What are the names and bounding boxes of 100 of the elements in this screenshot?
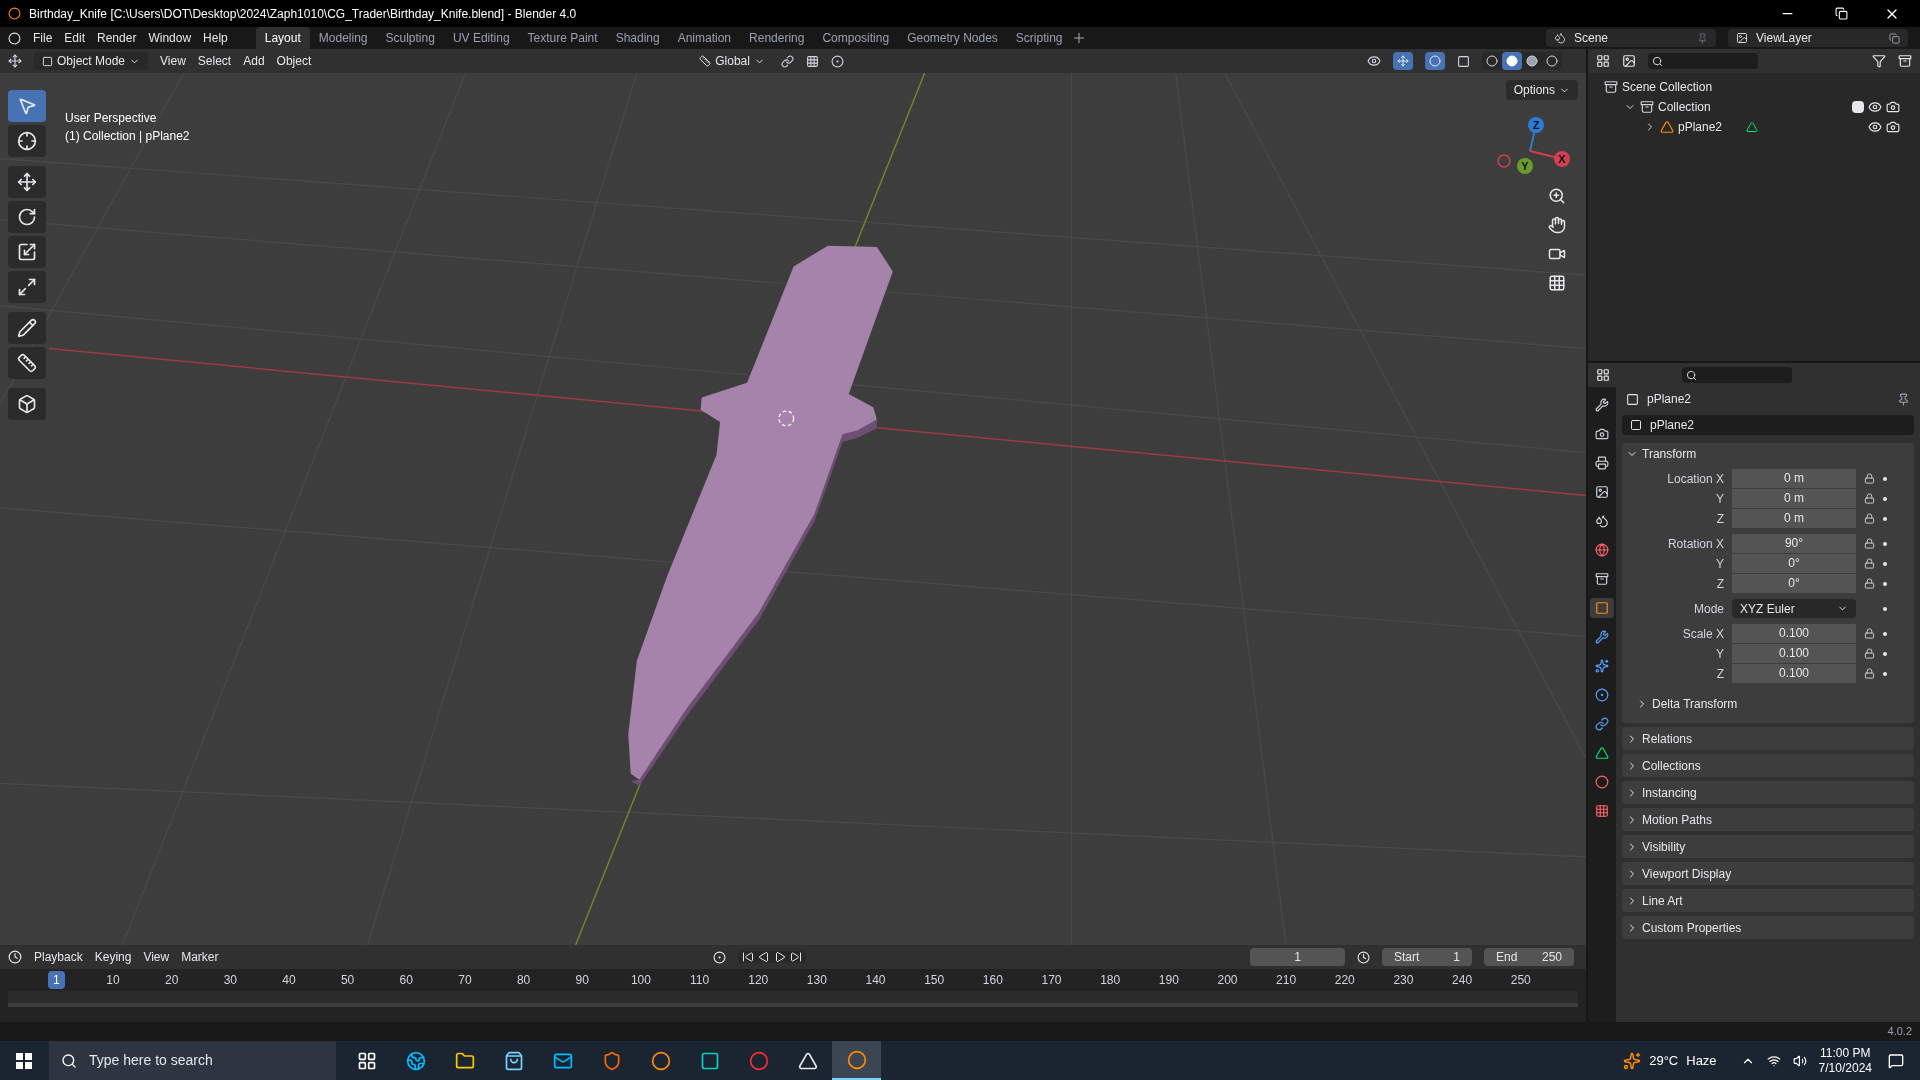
end-frame-field[interactable]: End 250 <box>1484 948 1574 966</box>
overlay-toggle[interactable] <box>1425 52 1445 70</box>
property-field[interactable]: 0.100 <box>1732 644 1856 663</box>
workspace-tab[interactable]: Animation <box>668 27 741 49</box>
scale-tool-button[interactable] <box>8 236 46 268</box>
clock-date[interactable]: 7/10/2024 <box>1818 1060 1872 1076</box>
annotate-tool-button[interactable] <box>8 312 46 344</box>
lock-icon[interactable] <box>1864 648 1875 659</box>
property-field[interactable]: 0.100 <box>1732 664 1856 683</box>
record-icon[interactable] <box>712 950 726 964</box>
panel-header[interactable]: Delta Transform <box>1652 695 1738 713</box>
options-dropdown[interactable]: Options <box>1505 80 1578 100</box>
search-field[interactable] <box>1682 367 1792 383</box>
grid-icon[interactable] <box>1548 274 1566 292</box>
workspace-tab[interactable]: Modeling <box>309 27 377 49</box>
menu-item[interactable]: File <box>33 29 53 47</box>
property-field[interactable]: 0 m <box>1732 489 1856 508</box>
start-frame-field[interactable]: Start 1 <box>1382 948 1472 966</box>
outliner-item[interactable]: Collection <box>1658 98 1711 116</box>
visibility-icon[interactable] <box>1367 54 1381 68</box>
play-icon[interactable] <box>773 951 786 963</box>
mode-dropdown[interactable]: XYZ Euler <box>1732 599 1856 618</box>
clock-time[interactable]: 11:00 PM <box>1820 1045 1871 1061</box>
filter-icon[interactable] <box>1872 54 1886 68</box>
play-reverse-icon[interactable] <box>757 951 770 963</box>
jump-start-icon[interactable] <box>741 951 754 963</box>
blender-taskbar-button[interactable] <box>832 1041 881 1080</box>
menu-item[interactable]: View <box>143 948 170 966</box>
property-field[interactable]: 0 m <box>1732 469 1856 488</box>
panel-header[interactable]: Relations <box>1642 729 1693 748</box>
property-field[interactable]: 0.100 <box>1732 624 1856 643</box>
outliner-item[interactable]: pPlane2 <box>1678 118 1723 136</box>
property-field[interactable]: 0 m <box>1732 509 1856 528</box>
workspace-tab[interactable]: Compositing <box>813 27 899 49</box>
measure-tool-button[interactable] <box>8 347 46 379</box>
menu-item[interactable]: View <box>160 52 186 70</box>
zoom-icon[interactable] <box>1548 187 1566 205</box>
current-frame-field[interactable]: 1 <box>1250 948 1345 966</box>
add-cube-tool-button[interactable] <box>8 388 46 420</box>
view-layer-selector[interactable]: ViewLayer <box>1728 29 1908 47</box>
lock-icon[interactable] <box>1864 668 1875 679</box>
object-name-field[interactable]: pPlane2 <box>1622 415 1914 435</box>
lock-icon[interactable] <box>1864 578 1875 589</box>
lock-icon[interactable] <box>1864 473 1875 484</box>
gizmo-toggle[interactable] <box>1393 52 1413 70</box>
editor-type-icon[interactable] <box>8 950 22 964</box>
render-visibility-icon[interactable] <box>1886 120 1900 134</box>
rotate-tool-button[interactable] <box>8 201 46 233</box>
property-field[interactable]: 0° <box>1732 574 1856 593</box>
editor-type-icon[interactable] <box>1596 54 1610 68</box>
workspace-tab[interactable]: Layout <box>255 27 310 49</box>
restore-icon[interactable] <box>1835 7 1848 20</box>
menu-item[interactable]: Render <box>97 29 137 47</box>
menu-item[interactable]: Add <box>243 52 265 70</box>
hand-icon[interactable] <box>1548 216 1566 234</box>
menu-item[interactable]: Help <box>203 29 228 47</box>
volume-icon[interactable] <box>1792 1053 1807 1068</box>
network-icon[interactable] <box>1766 1053 1781 1068</box>
transform-tool-button[interactable] <box>8 271 46 303</box>
timeline-track[interactable] <box>8 991 1578 1007</box>
workspace-tab[interactable]: Rendering <box>740 27 814 49</box>
navigation-gizmo[interactable]: Z Y X <box>1490 111 1570 191</box>
workspace-tab[interactable]: UV Editing <box>443 27 519 49</box>
panel-header[interactable]: Transform <box>1642 445 1697 463</box>
lock-icon[interactable] <box>1864 538 1875 549</box>
render-visibility-icon[interactable] <box>1886 100 1900 114</box>
panel-header[interactable]: Line Art <box>1642 891 1683 910</box>
menu-item[interactable]: Object <box>276 52 312 70</box>
property-field[interactable]: 90° <box>1732 534 1856 553</box>
search-field[interactable] <box>1648 53 1758 69</box>
mode-dropdown[interactable]: Object Mode <box>34 52 149 70</box>
xray-icon[interactable] <box>1457 54 1470 68</box>
add-workspace-icon[interactable] <box>1073 33 1084 43</box>
select-tool-button[interactable] <box>8 90 46 122</box>
move-tool-button[interactable] <box>8 166 46 198</box>
menu-item[interactable]: Window <box>148 29 192 47</box>
workspace-tab[interactable]: Sculpting <box>376 27 444 49</box>
proportional-edit-icon[interactable] <box>830 54 844 68</box>
menu-item[interactable]: Edit <box>64 29 86 47</box>
lock-icon[interactable] <box>1864 558 1875 569</box>
search-field[interactable]: Type here to search <box>49 1041 336 1080</box>
visibility-icon[interactable] <box>1868 120 1882 134</box>
scene-selector[interactable]: Scene <box>1546 29 1716 47</box>
workspace-tab[interactable]: Scripting <box>1006 27 1072 49</box>
orientation-dropdown[interactable]: Global <box>695 52 769 70</box>
menu-item[interactable]: Marker <box>181 948 219 966</box>
cursor-tool-button[interactable] <box>8 125 46 157</box>
pin-icon[interactable] <box>1897 392 1910 406</box>
lock-icon[interactable] <box>1864 493 1875 504</box>
outliner-item[interactable]: Scene Collection <box>1622 78 1713 96</box>
workspace-tab[interactable]: Shading <box>606 27 669 49</box>
notifications-icon[interactable] <box>1888 1052 1904 1069</box>
exclude-checkbox[interactable] <box>1852 101 1864 113</box>
editor-type-icon[interactable] <box>1596 368 1610 382</box>
workspace-tab[interactable]: Texture Paint <box>518 27 607 49</box>
duplicate-icon[interactable] <box>1889 32 1900 44</box>
new-collection-icon[interactable] <box>1898 54 1912 68</box>
display-mode-icon[interactable] <box>1622 54 1636 68</box>
lock-icon[interactable] <box>1864 513 1875 524</box>
editor-type-icon[interactable] <box>8 54 22 68</box>
